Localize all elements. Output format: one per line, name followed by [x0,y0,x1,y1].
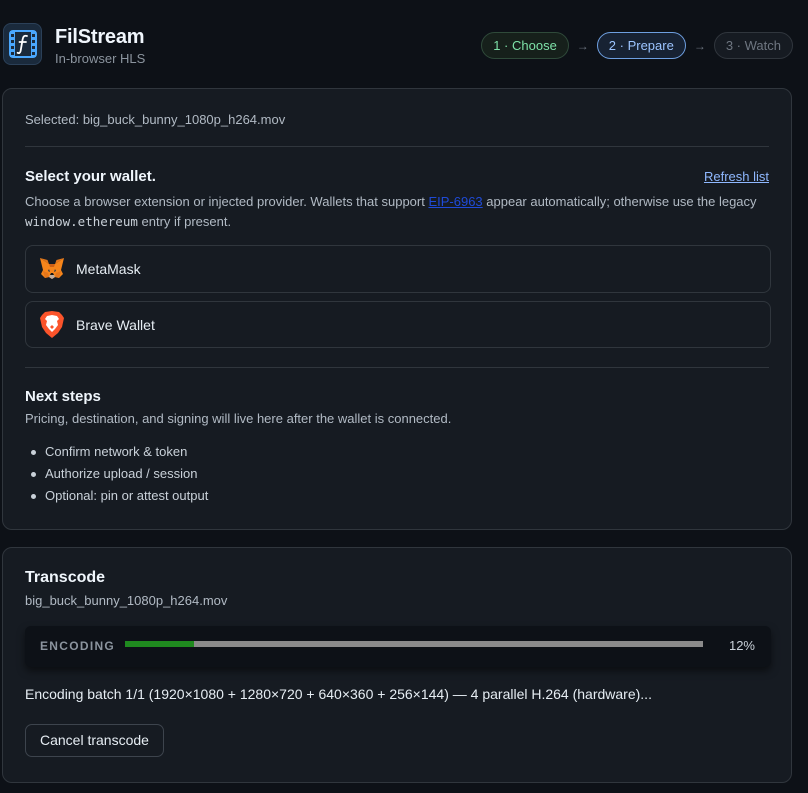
list-item: Authorize upload / session [25,463,208,485]
wallet-option-brave[interactable]: Brave Wallet [25,301,771,348]
brave-lion-icon [38,311,66,339]
wallet-desc-text: Choose a browser extension or injected p… [25,194,429,209]
transcode-filename: big_buck_bunny_1080p_h264.mov [25,593,228,608]
progress-track [125,641,703,647]
eip-6963-link[interactable]: EIP-6963 [428,194,482,209]
wallet-option-metamask[interactable]: MetaMask [25,245,771,293]
wallet-name: Brave Wallet [76,316,155,333]
app-header: FilStream In-browser HLS 1 · Choose → 2 … [0,0,808,88]
prepare-card: Selected: big_buck_bunny_1080p_h264.mov … [2,88,792,530]
selected-file-text: Selected: big_buck_bunny_1080p_h264.mov [25,112,286,127]
step-prepare[interactable]: 2 · Prepare [596,32,686,59]
progress-percent: 12% [728,638,755,653]
divider [25,367,769,368]
next-steps-list: Confirm network & token Authorize upload… [25,441,208,507]
brand-subtitle: In-browser HLS [55,51,146,66]
divider [25,146,769,147]
step-choose[interactable]: 1 · Choose [481,32,569,59]
brand-title: FilStream [55,26,145,48]
cancel-transcode-button[interactable]: Cancel transcode [25,724,164,757]
transcode-title: Transcode [25,569,106,586]
wallet-desc-text: entry if present. [137,214,232,229]
wallet-name: MetaMask [76,261,141,277]
list-item: Confirm network & token [25,441,208,463]
progress-fill [125,641,195,647]
encoding-progress: ENCODING 12% [25,626,771,667]
app-root: FilStream In-browser HLS 1 · Choose → 2 … [0,0,808,793]
next-steps-description: Pricing, destination, and signing will l… [25,411,452,426]
film-function-icon [3,23,42,65]
code-window-ethereum: window.ethereum [25,214,138,229]
list-item: Optional: pin or attest output [25,485,208,507]
step-indicator: 1 · Choose → 2 · Prepare → 3 · Watch [481,32,793,59]
progress-label: ENCODING [40,639,116,653]
arrow-right-icon: → [576,38,589,53]
arrow-right-icon: → [693,38,706,53]
transcode-card: Transcode big_buck_bunny_1080p_h264.mov … [2,547,792,783]
transcode-status: Encoding batch 1/1 (1920×1080 + 1280×720… [25,686,652,702]
next-steps-title: Next steps [25,388,101,405]
wallet-description: Choose a browser extension or injected p… [25,192,770,232]
refresh-list-link[interactable]: Refresh list [704,169,769,184]
step-watch: 3 · Watch [713,32,793,59]
wallet-section-title: Select your wallet. [25,168,156,185]
wallet-desc-text: appear automatically; otherwise use the … [482,194,757,209]
metamask-fox-icon [38,255,66,283]
